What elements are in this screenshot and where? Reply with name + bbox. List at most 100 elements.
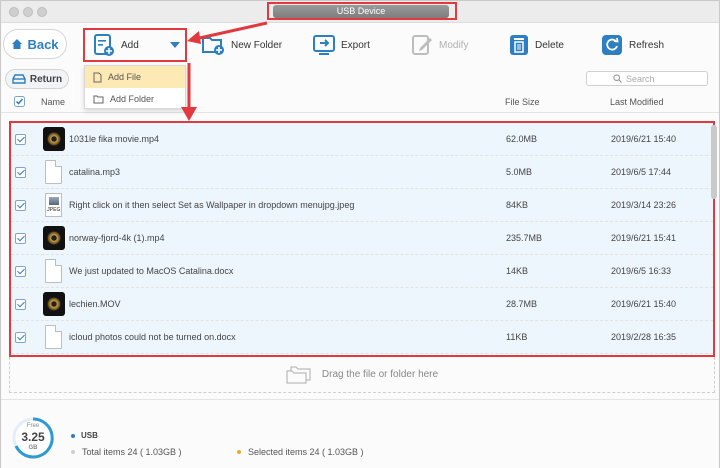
video-file-icon (43, 292, 65, 316)
file-size: 11KB (506, 332, 528, 342)
row-checkbox[interactable] (15, 167, 26, 178)
table-row[interactable]: norway-fjord-4k (1).mp4 235.7MB 2019/6/2… (11, 222, 713, 255)
return-button[interactable]: Return (5, 69, 69, 89)
file-name: icloud photos could not be turned on.doc… (69, 332, 236, 342)
close-window-button[interactable] (9, 7, 19, 17)
file-modified: 2019/6/5 17:44 (611, 167, 672, 177)
selected-dot-icon (237, 450, 241, 454)
table-row[interactable]: icloud photos could not be turned on.doc… (11, 321, 713, 354)
total-dot-icon (71, 450, 75, 454)
file-size: 28.7MB (506, 299, 538, 309)
file-icon (93, 72, 102, 82)
free-label: Free (26, 423, 40, 429)
table-row[interactable]: We just updated to MacOS Catalina.docx 1… (11, 255, 713, 288)
menu-item-add-file[interactable]: Add File (85, 66, 185, 88)
folder-icon (93, 95, 104, 103)
jpeg-file-icon (45, 193, 62, 217)
drive-icon (12, 74, 26, 84)
back-label: Back (27, 36, 59, 52)
file-name: 1031le fika movie.mp4 (69, 134, 160, 144)
return-label: Return (29, 73, 63, 85)
modify-label: Modify (439, 39, 469, 51)
export-icon (313, 35, 335, 55)
selected-items: Selected items 24 ( 1.03GB ) (237, 447, 364, 457)
storage-gauge-text: Free 3.25 GB (11, 416, 55, 460)
file-modified: 2019/3/14 23:26 (611, 200, 677, 210)
row-checkbox[interactable] (15, 299, 26, 310)
refresh-icon (602, 35, 622, 55)
column-last-modified[interactable]: Last Modified (610, 97, 664, 107)
file-name: We just updated to MacOS Catalina.docx (69, 266, 234, 276)
row-checkbox[interactable] (15, 233, 26, 244)
free-value: 3.25 (21, 430, 45, 444)
total-items: Total items 24 ( 1.03GB ) (71, 447, 182, 457)
arrow-to-list-annotation (181, 63, 197, 121)
menu-item-label: Add Folder (110, 94, 155, 104)
file-size: 235.7MB (506, 233, 543, 243)
trash-icon (510, 35, 528, 55)
highlight-box-title (267, 2, 457, 20)
file-size: 62.0MB (506, 134, 538, 144)
zoom-window-button[interactable] (37, 7, 47, 17)
select-all-checkbox[interactable] (14, 96, 25, 109)
column-name[interactable]: Name (41, 97, 65, 107)
drop-zone[interactable]: Drag the file or folder here (9, 357, 715, 393)
file-modified: 2019/6/21 15:41 (611, 233, 677, 243)
folders-icon (286, 365, 311, 384)
file-size: 84KB (506, 200, 529, 210)
export-button[interactable]: Export (313, 32, 370, 58)
row-checkbox[interactable] (15, 332, 26, 343)
file-name: norway-fjord-4k (1).mp4 (69, 233, 165, 243)
table-row[interactable]: Right click on it then select Set as Wal… (11, 189, 713, 222)
search-placeholder: Search (626, 73, 655, 84)
document-icon (45, 259, 62, 283)
minimize-window-button[interactable] (23, 7, 33, 17)
menu-item-add-folder[interactable]: Add Folder (85, 88, 185, 110)
file-size: 14KB (506, 266, 529, 276)
storage-footer: Free 3.25 GB USB Total items 24 ( 1.03GB… (1, 399, 719, 468)
file-size: 5.0MB (506, 167, 533, 177)
file-modified: 2019/6/21 15:40 (611, 134, 677, 144)
row-checkbox[interactable] (15, 134, 26, 145)
free-unit: GB (28, 445, 38, 451)
file-name: Right click on it then select Set as Wal… (69, 200, 355, 210)
device-label: USB (71, 431, 98, 440)
app-window: USB Device Back Add New Folder Export Mo… (0, 0, 720, 468)
refresh-button[interactable]: Refresh (601, 32, 664, 58)
search-input[interactable]: Search (586, 71, 708, 86)
row-checkbox[interactable] (15, 200, 26, 211)
list-scrollbar[interactable] (711, 125, 717, 199)
search-icon (613, 74, 622, 83)
table-row[interactable]: lechien.MOV 28.7MB 2019/6/21 15:40 (11, 288, 713, 321)
video-file-icon (43, 127, 65, 151)
drop-zone-label: Drag the file or folder here (321, 369, 439, 380)
video-file-icon (43, 226, 65, 250)
total-items-text: Total items 24 ( 1.03GB ) (82, 447, 182, 457)
add-dropdown-menu: Add File Add Folder (84, 65, 186, 109)
modify-button[interactable]: Modify (411, 32, 468, 58)
delete-button[interactable]: Delete (509, 32, 564, 58)
file-name: catalina.mp3 (69, 167, 121, 177)
column-file-size[interactable]: File Size (505, 97, 540, 107)
file-modified: 2019/2/28 16:35 (611, 332, 677, 342)
table-row[interactable]: 1031le fika movie.mp4 62.0MB 2019/6/21 1… (11, 123, 713, 156)
arrow-to-title-annotation (187, 21, 268, 44)
row-checkbox[interactable] (15, 266, 26, 277)
usb-label: USB (81, 431, 98, 440)
refresh-label: Refresh (629, 39, 665, 51)
table-row[interactable]: catalina.mp3 5.0MB 2019/6/5 17:44 (11, 156, 713, 189)
home-icon (12, 39, 23, 49)
file-list: 1031le fika movie.mp4 62.0MB 2019/6/21 1… (9, 121, 715, 357)
document-icon (45, 325, 62, 349)
back-button[interactable]: Back (3, 29, 67, 59)
file-name: lechien.MOV (69, 299, 121, 309)
file-modified: 2019/6/5 16:33 (611, 266, 672, 276)
edit-icon (412, 35, 432, 55)
delete-label: Delete (535, 39, 564, 51)
export-label: Export (341, 39, 370, 51)
menu-item-label: Add File (108, 72, 142, 82)
usb-dot-icon (71, 433, 75, 438)
selected-items-text: Selected items 24 ( 1.03GB ) (248, 447, 364, 457)
file-modified: 2019/6/21 15:40 (611, 299, 677, 309)
document-icon (45, 160, 62, 184)
